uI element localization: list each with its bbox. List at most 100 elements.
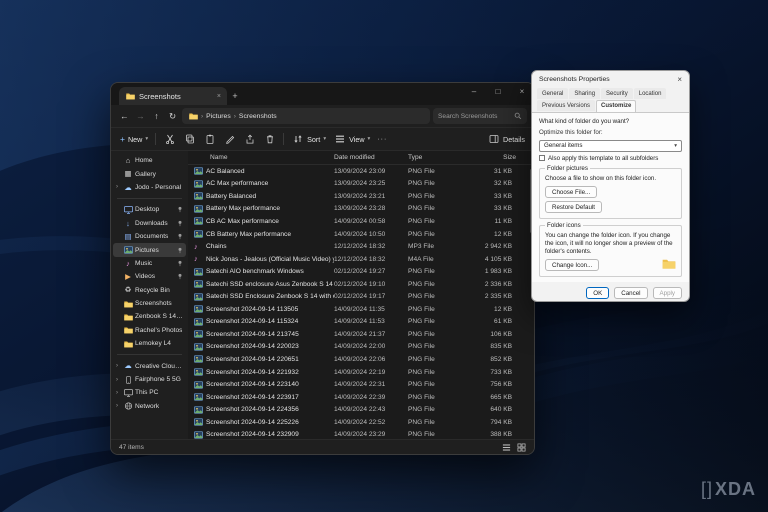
- file-row[interactable]: Screenshot 2024-09-14 11532414/09/2024 1…: [188, 316, 534, 329]
- file-row[interactable]: AC Max performance13/09/2024 23:25PNG Fi…: [188, 178, 534, 191]
- more-options-icon[interactable]: ···: [377, 136, 387, 143]
- dialog-titlebar[interactable]: Screenshots Properties ×: [532, 71, 689, 88]
- image-file-icon: [194, 205, 206, 213]
- new-tab-button[interactable]: +: [227, 87, 243, 105]
- sidebar-item-desktop[interactable]: Desktop: [113, 203, 186, 216]
- file-row[interactable]: AC Balanced13/09/2024 23:09PNG File31 KB: [188, 165, 534, 178]
- file-row[interactable]: Screenshot 2024-09-14 22193214/09/2024 2…: [188, 366, 534, 379]
- file-row[interactable]: Screenshot 2024-09-14 23290914/09/2024 2…: [188, 428, 534, 439]
- file-size: 852 KB: [466, 356, 516, 363]
- cancel-button[interactable]: Cancel: [614, 287, 647, 299]
- change-icon-button[interactable]: Change Icon...: [545, 259, 599, 271]
- file-row[interactable]: Screenshot 2024-09-14 22435614/09/2024 2…: [188, 403, 534, 416]
- breadcrumb-item-pictures[interactable]: Pictures: [206, 113, 231, 120]
- sidebar-item-music[interactable]: ♪Music: [113, 257, 186, 270]
- dialog-close-icon[interactable]: ×: [677, 75, 682, 84]
- large-icons-view-icon[interactable]: [517, 443, 526, 452]
- file-row[interactable]: Screenshot 2024-09-14 22391714/09/2024 2…: [188, 391, 534, 404]
- search-input[interactable]: Search Screenshots: [433, 108, 527, 124]
- file-type: PNG File: [408, 318, 466, 325]
- dialog-tab-security[interactable]: Security: [601, 88, 633, 99]
- file-row[interactable]: Screenshot 2024-09-14 22314014/09/2024 2…: [188, 378, 534, 391]
- rename-icon[interactable]: [223, 133, 236, 146]
- copy-icon[interactable]: [183, 133, 196, 146]
- file-row[interactable]: CB AC Max performance14/09/2024 00:58PNG…: [188, 215, 534, 228]
- file-row[interactable]: ♪Chains12/12/2024 18:32MP3 File2 942 KB: [188, 240, 534, 253]
- paste-icon[interactable]: [203, 133, 216, 146]
- ok-button[interactable]: OK: [586, 287, 609, 299]
- file-row[interactable]: Battery Balanced13/09/2024 23:21PNG File…: [188, 190, 534, 203]
- file-name: Nick Jonas - Jealous (Official Music Vid…: [206, 256, 334, 263]
- file-row[interactable]: Screenshot 2024-09-14 11350514/09/2024 1…: [188, 303, 534, 316]
- breadcrumb[interactable]: › Pictures › Screenshots: [182, 108, 430, 124]
- up-icon[interactable]: ↑: [150, 111, 163, 121]
- sidebar-item-zenbook-s-14-r[interactable]: Zenbook S 14 r...: [113, 310, 186, 323]
- minimize-button[interactable]: –: [462, 83, 486, 99]
- sidebar-item-gallery[interactable]: ▦Gallery: [113, 167, 186, 180]
- sidebar-item-label: Recycle Bin: [135, 287, 170, 294]
- sidebar-item-this-pc[interactable]: ›This PC: [113, 386, 186, 399]
- chevron-down-icon: ▾: [145, 136, 148, 142]
- sort-button[interactable]: Sort ▾: [291, 133, 326, 146]
- file-row[interactable]: Satechi SSD Enclosure Zenbook S 14 with …: [188, 290, 534, 303]
- apply-button[interactable]: Apply: [653, 287, 682, 299]
- dialog-tab-sharing[interactable]: Sharing: [569, 88, 600, 99]
- sidebar-item-lemokey-l4[interactable]: Lemokey L4: [113, 337, 186, 350]
- column-header-date-modified[interactable]: Date modified: [334, 154, 408, 161]
- details-pane-label: Details: [503, 135, 525, 144]
- file-size: 2 942 KB: [466, 243, 516, 250]
- column-header-name[interactable]: Name: [210, 154, 334, 161]
- sidebar-item-recycle-bin[interactable]: ♻Recycle Bin: [113, 284, 186, 297]
- sidebar-item-label: Screenshots: [135, 300, 172, 307]
- file-row[interactable]: CB Battery Max performance14/09/2024 10:…: [188, 228, 534, 241]
- sidebar-item-fairphone-5-5g[interactable]: ›Fairphone 5 5G: [113, 373, 186, 386]
- dialog-tab-location[interactable]: Location: [634, 88, 667, 99]
- sidebar-item-pictures[interactable]: Pictures: [113, 243, 186, 256]
- choose-file-button[interactable]: Choose File...: [545, 186, 597, 198]
- apply-template-checkbox[interactable]: [539, 155, 545, 161]
- delete-icon[interactable]: [263, 133, 276, 146]
- explorer-tab-bar: Screenshots × + – □ ×: [111, 83, 534, 105]
- restore-default-button[interactable]: Restore Default: [545, 201, 602, 213]
- view-button[interactable]: View ▾: [333, 133, 370, 146]
- details-pane-button[interactable]: Details: [487, 133, 525, 146]
- file-row[interactable]: Battery Max performance13/09/2024 23:28P…: [188, 203, 534, 216]
- dialog-tab-general[interactable]: General: [537, 88, 568, 99]
- tab-close-icon[interactable]: ×: [217, 93, 221, 100]
- sidebar-separator: [117, 198, 182, 199]
- back-icon[interactable]: ←: [118, 111, 131, 121]
- file-row[interactable]: Satechi AIO benchmark Windows02/12/2024 …: [188, 265, 534, 278]
- file-row[interactable]: ♪Nick Jonas - Jealous (Official Music Vi…: [188, 253, 534, 266]
- file-row[interactable]: Screenshot 2024-09-14 22002314/09/2024 2…: [188, 341, 534, 354]
- new-button[interactable]: + New ▾: [120, 134, 148, 144]
- sidebar-item-jodo-personal[interactable]: ›☁Jodo - Personal: [113, 181, 186, 194]
- maximize-button[interactable]: □: [486, 83, 510, 99]
- sidebar-item-screenshots[interactable]: Screenshots: [113, 297, 186, 310]
- share-icon[interactable]: [243, 133, 256, 146]
- xda-logo-text: XDA: [715, 479, 756, 499]
- file-row[interactable]: Screenshot 2024-09-14 21374514/09/2024 2…: [188, 328, 534, 341]
- cut-icon[interactable]: [163, 133, 176, 146]
- sidebar-item-videos[interactable]: ▶Videos: [113, 270, 186, 283]
- file-type: MP3 File: [408, 243, 466, 250]
- file-row[interactable]: Satechi SSD enclosure Asus Zenbook S 140…: [188, 278, 534, 291]
- file-type: PNG File: [408, 306, 466, 313]
- sidebar-item-creative-cloud-f[interactable]: ›☁Creative Cloud F...: [113, 359, 186, 372]
- sidebar-item-documents[interactable]: ▤Documents: [113, 230, 186, 243]
- sidebar-item-home[interactable]: ⌂Home: [113, 154, 186, 167]
- sidebar-item-downloads[interactable]: ↓Downloads: [113, 217, 186, 230]
- forward-icon[interactable]: →: [134, 111, 147, 121]
- file-row[interactable]: Screenshot 2024-09-14 22522614/09/2024 2…: [188, 416, 534, 429]
- column-header-type[interactable]: Type: [408, 154, 466, 161]
- breadcrumb-item-screenshots[interactable]: Screenshots: [239, 113, 277, 120]
- column-header-size[interactable]: Size: [466, 154, 516, 161]
- refresh-icon[interactable]: ↻: [166, 111, 179, 122]
- optimize-folder-select[interactable]: General items ▾: [539, 140, 682, 152]
- sidebar-item-network[interactable]: ›Network: [113, 400, 186, 413]
- image-file-icon: [194, 293, 206, 301]
- dialog-tab-previous-versions[interactable]: Previous Versions: [537, 100, 595, 111]
- file-row[interactable]: Screenshot 2024-09-14 22065114/09/2024 2…: [188, 353, 534, 366]
- sidebar-item-rachel-s-photos[interactable]: Rachel's Photos: [113, 324, 186, 337]
- list-view-icon[interactable]: [502, 443, 511, 452]
- tab-screenshots[interactable]: Screenshots ×: [119, 87, 227, 105]
